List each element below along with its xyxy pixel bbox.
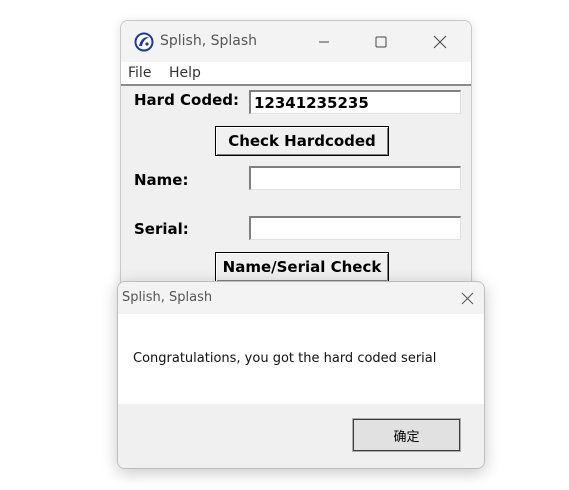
- dialog-body: Congratulations, you got the hard coded …: [118, 314, 484, 404]
- close-icon: [433, 35, 447, 48]
- dialog-title: Splish, Splash: [122, 290, 213, 305]
- serial-field[interactable]: [249, 216, 461, 240]
- ok-button[interactable]: 确定: [352, 418, 461, 452]
- splash-app-icon: [134, 32, 154, 52]
- dialog-message: Congratulations, you got the hard coded …: [133, 351, 437, 366]
- dialog-close-button[interactable]: [450, 282, 484, 314]
- menu-bar: File Help: [121, 62, 471, 84]
- check-hardcoded-button[interactable]: Check Hardcoded: [215, 126, 389, 156]
- menu-file[interactable]: File: [128, 65, 151, 81]
- close-icon: [461, 292, 473, 304]
- message-dialog: Splish, Splash Congratulations, you got …: [117, 281, 485, 469]
- hardcoded-field[interactable]: 12341235235: [249, 90, 461, 114]
- form-area: Hard Coded: 12341235235 Check Hardcoded …: [121, 84, 471, 291]
- close-button[interactable]: [417, 21, 463, 62]
- dialog-footer: 确定: [118, 404, 484, 468]
- main-window: Splish, Splash File Help Hard Coded: 123…: [120, 20, 472, 292]
- menu-help[interactable]: Help: [169, 65, 201, 81]
- name-field[interactable]: [249, 166, 461, 190]
- serial-label: Serial:: [134, 220, 189, 238]
- window-title: Splish, Splash: [160, 33, 258, 49]
- title-bar[interactable]: Splish, Splash: [121, 21, 471, 62]
- maximize-icon: [375, 36, 387, 47]
- name-label: Name:: [134, 171, 189, 189]
- minimize-icon: [319, 41, 329, 42]
- name-serial-check-button[interactable]: Name/Serial Check: [215, 252, 389, 282]
- maximize-button[interactable]: [358, 21, 404, 62]
- hardcoded-label: Hard Coded:: [134, 91, 239, 109]
- dialog-title-bar[interactable]: Splish, Splash: [118, 282, 484, 314]
- minimize-button[interactable]: [301, 21, 347, 62]
